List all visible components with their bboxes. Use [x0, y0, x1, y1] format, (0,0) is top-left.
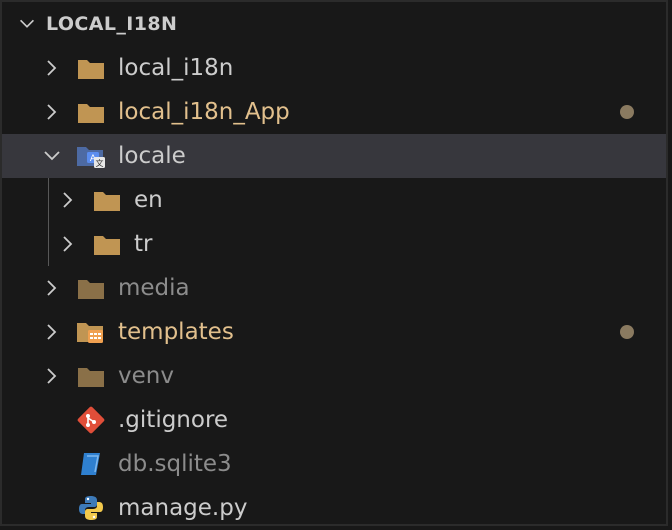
tree-item-gitignore[interactable]: .gitignore	[2, 398, 666, 442]
database-icon	[76, 449, 106, 479]
chevron-right-icon	[47, 324, 57, 340]
folder-icon	[76, 273, 106, 303]
tree-item-templates[interactable]: templates	[2, 310, 666, 354]
chevron-right-icon	[63, 192, 73, 208]
tree-item-local-i18n-app[interactable]: local_i18n_App	[2, 90, 666, 134]
tree-item-label: manage.py	[118, 495, 248, 521]
modified-indicator-dot	[620, 105, 634, 119]
modified-indicator-dot	[620, 325, 634, 339]
python-icon	[76, 493, 106, 523]
tree-item-label: en	[134, 187, 163, 213]
tree-item-tr[interactable]: tr	[2, 222, 666, 266]
tree-item-label: local_i18n_App	[118, 99, 290, 125]
folder-icon	[92, 229, 122, 259]
tree-item-db-sqlite3[interactable]: db.sqlite3	[2, 442, 666, 486]
tree-item-label: venv	[118, 363, 174, 389]
chevron-right-icon	[47, 280, 57, 296]
workspace-root-title: LOCAL_I18N	[46, 13, 178, 35]
tree-item-label: tr	[134, 231, 153, 257]
tree-item-manage-py[interactable]: manage.py	[2, 486, 666, 530]
folder-icon	[76, 361, 106, 391]
tree-item-label: templates	[118, 319, 234, 345]
chevron-right-icon	[47, 104, 57, 120]
svg-text:文: 文	[96, 158, 104, 168]
workspace-root-header[interactable]: LOCAL_I18N	[2, 2, 666, 46]
chevron-down-icon	[44, 151, 60, 161]
tree-item-label: locale	[118, 143, 186, 169]
folder-icon	[76, 53, 106, 83]
chevron-right-icon	[47, 60, 57, 76]
git-icon	[76, 405, 106, 435]
tree-item-label: local_i18n	[118, 55, 234, 81]
tree-item-venv[interactable]: venv	[2, 354, 666, 398]
chevron-down-icon	[19, 19, 35, 28]
translate-folder-icon: A 文	[76, 141, 106, 171]
tree-item-en[interactable]: en	[2, 178, 666, 222]
tree-item-label: media	[118, 275, 190, 301]
tree-item-media[interactable]: media	[2, 266, 666, 310]
chevron-right-icon	[47, 368, 57, 384]
tree-item-local-i18n[interactable]: local_i18n	[2, 46, 666, 90]
tree-item-locale[interactable]: A 文 locale	[2, 134, 666, 178]
chevron-right-icon	[63, 236, 73, 252]
tree-item-label: db.sqlite3	[118, 451, 232, 477]
file-explorer: LOCAL_I18N local_i18n local_i18n_App A 文…	[0, 0, 668, 526]
templates-folder-icon	[76, 317, 106, 347]
folder-icon	[92, 185, 122, 215]
tree-item-label: .gitignore	[118, 407, 229, 433]
folder-icon	[76, 97, 106, 127]
